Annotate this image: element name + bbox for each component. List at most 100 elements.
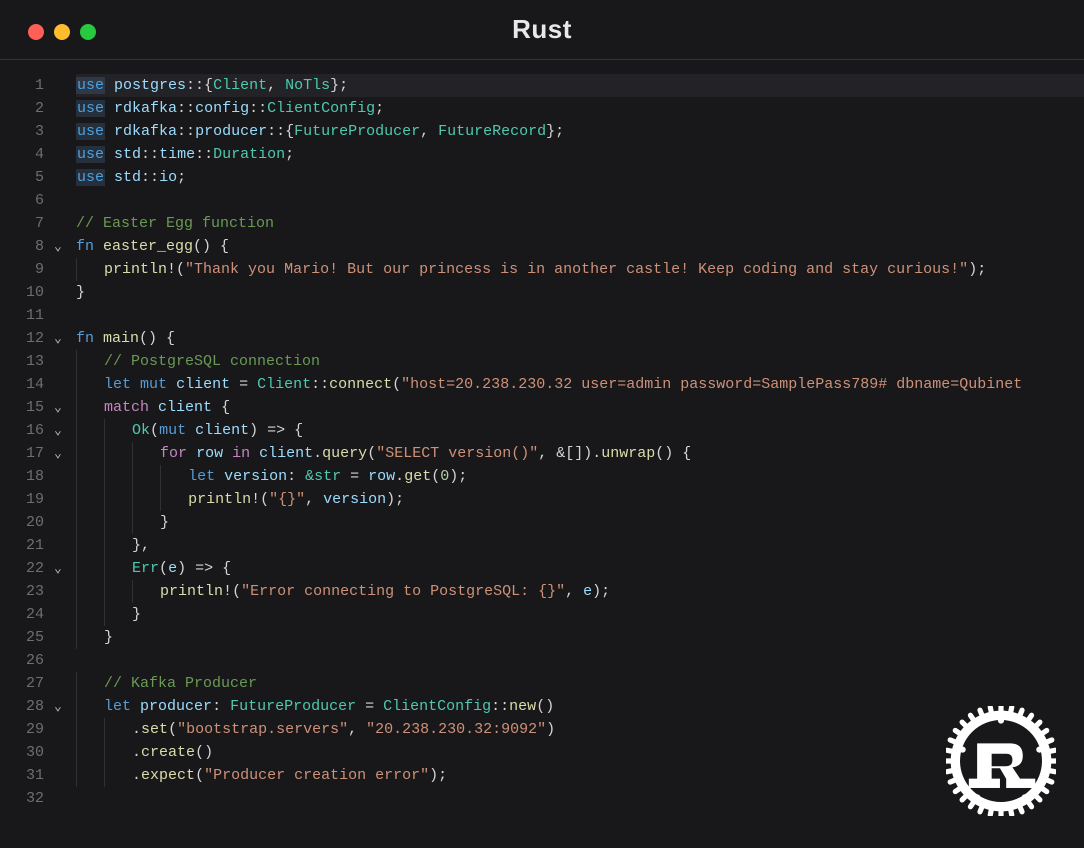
fold-spacer (52, 212, 72, 235)
line-number: 18 (0, 465, 44, 488)
code-line[interactable]: use rdkafka::producer::{FutureProducer, … (76, 120, 1084, 143)
code-line[interactable]: } (76, 626, 1084, 649)
fold-spacer (52, 718, 72, 741)
fold-spacer (52, 465, 72, 488)
code-line[interactable]: .create() (76, 741, 1084, 764)
line-number: 17 (0, 442, 44, 465)
fold-gutter[interactable] (52, 74, 72, 848)
line-number: 29 (0, 718, 44, 741)
line-number: 22 (0, 557, 44, 580)
code-line[interactable]: Ok(mut client) => { (76, 419, 1084, 442)
code-line[interactable]: let version: &str = row.get(0); (76, 465, 1084, 488)
fold-spacer (52, 281, 72, 304)
code-line[interactable]: fn main() { (76, 327, 1084, 350)
code-line[interactable]: let producer: FutureProducer = ClientCon… (76, 695, 1084, 718)
fold-spacer (52, 764, 72, 787)
titlebar: Rust (0, 0, 1084, 60)
fold-spacer (52, 166, 72, 189)
close-button[interactable] (28, 24, 44, 40)
line-number: 13 (0, 350, 44, 373)
fold-spacer (52, 787, 72, 810)
line-number: 32 (0, 787, 44, 810)
code-line[interactable]: match client { (76, 396, 1084, 419)
code-line[interactable]: fn easter_egg() { (76, 235, 1084, 258)
code-line[interactable]: use std::io; (76, 166, 1084, 189)
code-line[interactable]: } (76, 281, 1084, 304)
fold-spacer (52, 672, 72, 695)
code-line[interactable]: // Kafka Producer (76, 672, 1084, 695)
code-line[interactable]: println!("Thank you Mario! But our princ… (76, 258, 1084, 281)
code-line[interactable]: let mut client = Client::connect("host=2… (76, 373, 1084, 396)
fold-chevron-icon[interactable] (52, 396, 72, 419)
fold-spacer (52, 120, 72, 143)
fold-chevron-icon[interactable] (52, 557, 72, 580)
line-number: 20 (0, 511, 44, 534)
fold-chevron-icon[interactable] (52, 695, 72, 718)
code-line[interactable] (76, 304, 1084, 327)
code-line[interactable]: // PostgreSQL connection (76, 350, 1084, 373)
minimize-button[interactable] (54, 24, 70, 40)
code-line[interactable]: use rdkafka::config::ClientConfig; (76, 97, 1084, 120)
line-number: 9 (0, 258, 44, 281)
code-line[interactable] (76, 787, 1084, 810)
fold-spacer (52, 350, 72, 373)
code-line[interactable] (76, 189, 1084, 212)
fold-spacer (52, 189, 72, 212)
line-number: 31 (0, 764, 44, 787)
line-number: 28 (0, 695, 44, 718)
code-line[interactable]: .expect("Producer creation error"); (76, 764, 1084, 787)
line-number: 2 (0, 97, 44, 120)
code-line[interactable]: } (76, 603, 1084, 626)
rust-logo-icon (946, 706, 1056, 816)
code-editor[interactable]: 1234567891011121314151617181920212223242… (0, 60, 1084, 848)
line-number: 19 (0, 488, 44, 511)
code-line[interactable]: use postgres::{Client, NoTls}; (76, 74, 1084, 97)
traffic-lights (28, 24, 96, 40)
line-number: 11 (0, 304, 44, 327)
line-number: 3 (0, 120, 44, 143)
fold-chevron-icon[interactable] (52, 327, 72, 350)
zoom-button[interactable] (80, 24, 96, 40)
code-line[interactable]: }, (76, 534, 1084, 557)
fold-spacer (52, 143, 72, 166)
line-number: 1 (0, 74, 44, 97)
code-line[interactable]: println!("{}", version); (76, 488, 1084, 511)
code-line[interactable]: // Easter Egg function (76, 212, 1084, 235)
code-line[interactable] (76, 649, 1084, 672)
line-number: 6 (0, 189, 44, 212)
code-line[interactable]: println!("Error connecting to PostgreSQL… (76, 580, 1084, 603)
line-number: 10 (0, 281, 44, 304)
line-number: 12 (0, 327, 44, 350)
line-number-gutter: 1234567891011121314151617181920212223242… (0, 74, 52, 848)
code-line[interactable]: } (76, 511, 1084, 534)
fold-spacer (52, 534, 72, 557)
line-number: 25 (0, 626, 44, 649)
code-line[interactable]: Err(e) => { (76, 557, 1084, 580)
line-number: 15 (0, 396, 44, 419)
fold-spacer (52, 373, 72, 396)
fold-spacer (52, 258, 72, 281)
fold-chevron-icon[interactable] (52, 442, 72, 465)
fold-chevron-icon[interactable] (52, 419, 72, 442)
code-line[interactable]: for row in client.query("SELECT version(… (76, 442, 1084, 465)
line-number: 7 (0, 212, 44, 235)
fold-spacer (52, 304, 72, 327)
line-number: 8 (0, 235, 44, 258)
line-number: 4 (0, 143, 44, 166)
line-number: 27 (0, 672, 44, 695)
fold-chevron-icon[interactable] (52, 235, 72, 258)
fold-spacer (52, 649, 72, 672)
fold-spacer (52, 97, 72, 120)
code-line[interactable]: use std::time::Duration; (76, 143, 1084, 166)
window-title: Rust (0, 14, 1084, 45)
code-line[interactable]: .set("bootstrap.servers", "20.238.230.32… (76, 718, 1084, 741)
fold-spacer (52, 488, 72, 511)
code-area[interactable]: use postgres::{Client, NoTls};use rdkafk… (72, 74, 1084, 848)
fold-spacer (52, 741, 72, 764)
fold-spacer (52, 580, 72, 603)
fold-spacer (52, 603, 72, 626)
line-number: 24 (0, 603, 44, 626)
line-number: 23 (0, 580, 44, 603)
line-number: 30 (0, 741, 44, 764)
fold-spacer (52, 74, 72, 97)
